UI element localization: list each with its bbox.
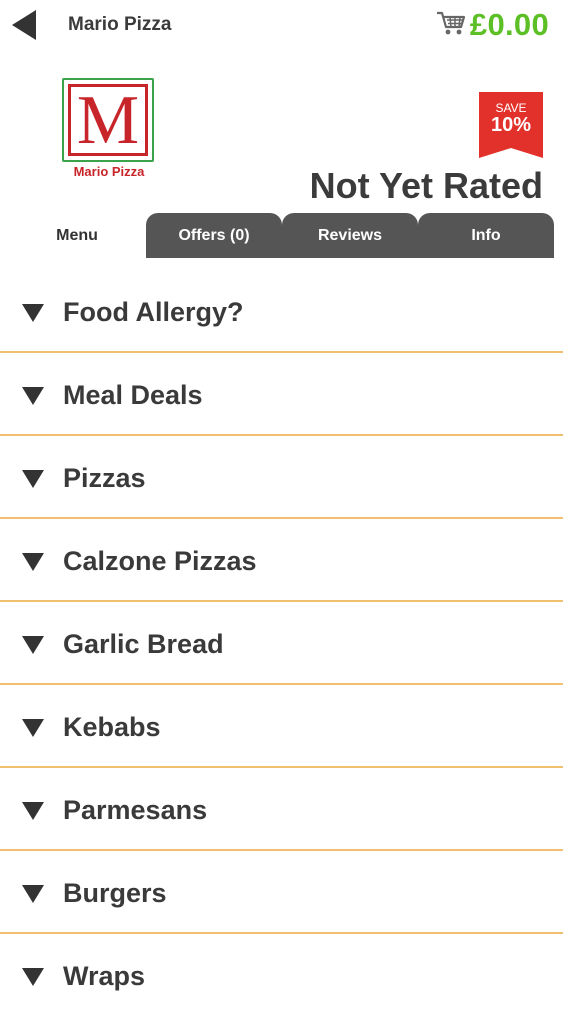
restaurant-logo: M Mario Pizza <box>60 76 158 184</box>
category-wraps[interactable]: Wraps <box>0 934 563 1017</box>
chevron-down-icon <box>22 470 44 488</box>
category-food-allergy[interactable]: Food Allergy? <box>0 270 563 353</box>
top-bar: Mario Pizza £0.00 <box>0 0 563 50</box>
save-badge: SAVE 10% <box>479 92 543 158</box>
chevron-down-icon <box>22 553 44 571</box>
category-label: Wraps <box>63 961 146 991</box>
chevron-down-icon <box>22 885 44 903</box>
category-label: Food Allergy? <box>63 297 244 327</box>
category-label: Burgers <box>63 878 167 908</box>
chevron-down-icon <box>22 387 44 405</box>
category-label: Calzone Pizzas <box>63 546 257 576</box>
category-label: Garlic Bread <box>63 629 224 659</box>
tab-bar: Menu Offers (0) Reviews Info <box>8 212 554 258</box>
category-label: Kebabs <box>63 712 161 742</box>
category-burgers[interactable]: Burgers <box>0 851 563 934</box>
restaurant-header: M Mario Pizza SAVE 10% Not Yet Rated <box>0 50 563 212</box>
logo-name: Mario Pizza <box>73 164 145 179</box>
badge-value: 10% <box>490 114 532 136</box>
back-arrow-icon <box>12 10 36 40</box>
page-title: Mario Pizza <box>68 14 172 35</box>
logo-letter: M <box>76 82 140 159</box>
category-calzone-pizzas[interactable]: Calzone Pizzas <box>0 519 563 602</box>
category-label: Parmesans <box>63 795 208 825</box>
shopping-cart-icon <box>436 10 466 41</box>
category-kebabs[interactable]: Kebabs <box>0 685 563 768</box>
category-label: Meal Deals <box>63 380 203 410</box>
menu-category-list: Food Allergy? Meal Deals Pizzas Calzone … <box>0 270 563 1017</box>
tab-menu[interactable]: Menu <box>8 212 146 258</box>
category-pizzas[interactable]: Pizzas <box>0 436 563 519</box>
tab-info[interactable]: Info <box>418 213 554 258</box>
chevron-down-icon <box>22 719 44 737</box>
logo-frame: M <box>62 78 154 162</box>
chevron-down-icon <box>22 968 44 986</box>
category-parmesans[interactable]: Parmesans <box>0 768 563 851</box>
tab-reviews[interactable]: Reviews <box>282 213 418 258</box>
chevron-down-icon <box>22 304 44 322</box>
cart-total: £0.00 <box>469 7 549 42</box>
rating-text: Not Yet Rated <box>309 165 543 206</box>
category-label: Pizzas <box>63 463 146 493</box>
tab-offers[interactable]: Offers (0) <box>146 213 282 258</box>
category-garlic-bread[interactable]: Garlic Bread <box>0 602 563 685</box>
badge-label: SAVE <box>495 101 527 115</box>
chevron-down-icon <box>22 636 44 654</box>
logo-inner: M <box>68 84 148 156</box>
chevron-down-icon <box>22 802 44 820</box>
cart-button[interactable]: £0.00 <box>436 6 549 44</box>
back-button[interactable] <box>12 8 52 42</box>
category-meal-deals[interactable]: Meal Deals <box>0 353 563 436</box>
